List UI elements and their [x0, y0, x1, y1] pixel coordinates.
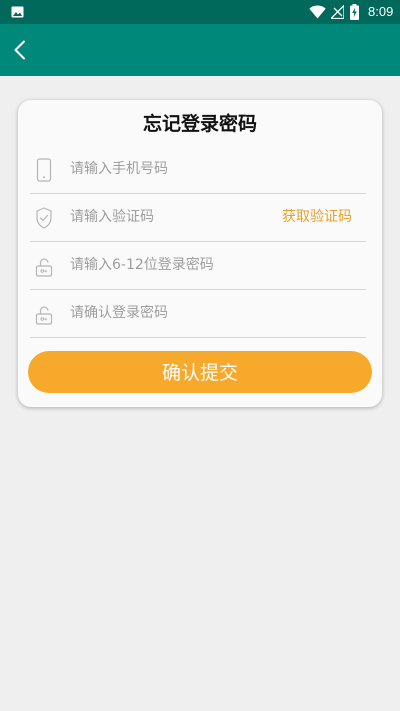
lock-icon [35, 258, 53, 277]
confirm-password-field-row [30, 289, 366, 338]
page-title: 忘记登录密码 [142, 113, 257, 135]
phone-field-row [30, 145, 366, 194]
new-password-input[interactable] [70, 253, 270, 277]
shield-check-icon [36, 207, 52, 229]
chevron-left-icon [14, 40, 25, 60]
password-field-row [30, 241, 366, 290]
phone-icon [36, 158, 52, 182]
app-bar [0, 24, 400, 76]
verification-code-input[interactable] [70, 205, 250, 229]
battery-icon [350, 4, 359, 20]
phone-input[interactable] [70, 157, 270, 181]
status-bar: 8:09 [0, 0, 400, 24]
lock-icon [35, 306, 53, 325]
verification-field-row: 获取验证码 [30, 193, 366, 242]
signal-icon [331, 5, 344, 19]
wifi-icon [309, 5, 326, 19]
status-time: 8:09 [368, 4, 394, 19]
submit-button[interactable]: 确认提交 [28, 351, 372, 393]
confirm-password-input[interactable] [70, 301, 270, 325]
back-button[interactable] [8, 34, 36, 66]
gallery-icon [11, 6, 24, 18]
get-code-button[interactable]: 获取验证码 [282, 208, 352, 226]
forgot-password-card: 忘记登录密码 获取验证码 [18, 100, 382, 407]
